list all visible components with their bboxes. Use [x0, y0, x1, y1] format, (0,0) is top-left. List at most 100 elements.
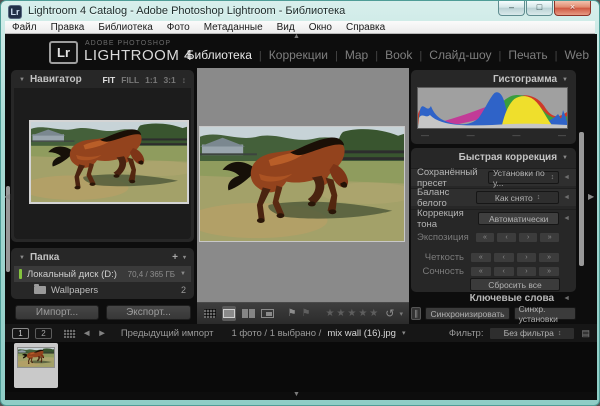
panel-back-icon[interactable]: ◄: [563, 174, 570, 181]
back-arrow-icon[interactable]: ◄: [82, 328, 91, 339]
exposure-plus-button[interactable]: ›: [518, 232, 539, 243]
module-book[interactable]: Book: [385, 48, 412, 62]
module-slideshow[interactable]: Слайд-шоу: [429, 48, 491, 62]
exposure-big-plus-button[interactable]: »: [539, 232, 560, 243]
library-toolbar: ⚑ ⚑ ★★★★★ ↺ ▾: [197, 302, 409, 324]
menu-item-photo[interactable]: Фото: [160, 22, 197, 33]
filter-lock-icon[interactable]: ▤: [581, 328, 590, 339]
navigator-title: Навигатор: [30, 74, 82, 85]
panel-back-icon[interactable]: ◄: [563, 194, 570, 201]
right-panel-collapse-arrow[interactable]: ▶: [588, 192, 594, 201]
module-print[interactable]: Печать: [508, 48, 547, 62]
flag-pick-icon[interactable]: ⚑: [288, 308, 297, 319]
folder-count: 2: [181, 285, 186, 295]
vibrance-plus-button[interactable]: ›: [516, 266, 538, 277]
module-separator: |: [335, 50, 338, 62]
chevron-down-icon: ▼: [19, 255, 25, 261]
auto-tone-button[interactable]: Автоматически: [478, 212, 559, 225]
app-logo-icon: Lr: [8, 5, 22, 19]
main-window-button[interactable]: 1: [12, 328, 29, 339]
module-library[interactable]: Библиотека: [187, 48, 252, 62]
maximize-button[interactable]: □: [526, 1, 553, 16]
grid-view-button[interactable]: [203, 306, 217, 321]
saved-preset-select[interactable]: Установки по у... ↕: [488, 171, 559, 184]
add-folder-button[interactable]: +: [172, 252, 178, 263]
vibrance-minus-button[interactable]: ‹: [493, 266, 515, 277]
folders-header[interactable]: ▼ Папка + ▾: [11, 248, 194, 265]
navigator-preview-image[interactable]: [29, 120, 189, 204]
lens-placeholder: —: [467, 131, 475, 140]
import-button[interactable]: Импорт...: [15, 305, 99, 320]
exposure-big-minus-button[interactable]: «: [475, 232, 496, 243]
grid-view-icon[interactable]: [64, 329, 76, 338]
zoom-1-1[interactable]: 1:1: [145, 75, 157, 85]
right-panel-scrollbar[interactable]: [579, 132, 584, 266]
toolbar-options-chevron-icon[interactable]: ▾: [399, 310, 403, 318]
chevron-down-icon[interactable]: ▼: [180, 271, 186, 277]
main-photo[interactable]: [199, 126, 405, 242]
filmstrip-bar: 1 2 ◄ ► Предыдущий импорт 1 фото / 1 выб…: [5, 324, 597, 342]
module-web[interactable]: Web: [565, 48, 589, 62]
keywords-title: Ключевые слова: [470, 293, 554, 304]
saved-preset-label: Сохранённый пресет: [417, 167, 488, 189]
clarity-big-minus-button[interactable]: «: [470, 252, 492, 263]
maximize-icon: □: [537, 2, 542, 12]
top-panel-collapse-arrow[interactable]: ▲: [293, 34, 300, 40]
survey-view-button[interactable]: [260, 306, 274, 321]
vibrance-big-plus-button[interactable]: »: [538, 266, 560, 277]
menu-item-file[interactable]: Файл: [5, 22, 44, 33]
menu-item-metadata[interactable]: Метаданные: [197, 22, 270, 33]
exposure-minus-button[interactable]: ‹: [496, 232, 517, 243]
compare-view-button[interactable]: [241, 306, 255, 321]
folder-row[interactable]: Wallpapers 2: [14, 282, 191, 298]
keywords-header[interactable]: Ключевые слова ◄: [411, 293, 576, 304]
rotate-icon[interactable]: ↺: [385, 307, 394, 320]
module-map[interactable]: Map: [345, 48, 368, 62]
menu-item-help[interactable]: Справка: [339, 22, 392, 33]
thumbnail-selected[interactable]: [14, 343, 58, 388]
histogram-header[interactable]: Гистограмма ▼: [411, 70, 576, 87]
zoom-fit[interactable]: FIT: [102, 75, 115, 85]
quick-develop-header[interactable]: Быстрая коррекция ▼: [411, 148, 576, 165]
menu-item-view[interactable]: Вид: [270, 22, 302, 33]
zoom-3-1[interactable]: 3:1: [163, 75, 175, 85]
close-button[interactable]: ×: [554, 1, 591, 16]
navigator-header[interactable]: ▼ Навигатор FIT FILL 1:1 3:1 ↕: [11, 70, 194, 87]
reset-all-button[interactable]: Сбросить все: [470, 278, 560, 291]
quick-develop-panel: Быстрая коррекция ▼ Сохранённый пресет У…: [411, 148, 576, 292]
forward-arrow-icon[interactable]: ►: [97, 328, 106, 339]
loupe-view-button[interactable]: [222, 306, 236, 321]
minimize-button[interactable]: –: [498, 1, 525, 16]
histogram-title: Гистограмма: [493, 74, 557, 85]
vibrance-big-minus-button[interactable]: «: [470, 266, 492, 277]
filmstrip-source[interactable]: Предыдущий импорт: [121, 328, 214, 339]
chevron-down-icon[interactable]: ▾: [183, 254, 186, 261]
filmstrip-collapse-arrow[interactable]: ▼: [293, 391, 300, 398]
menu-item-edit[interactable]: Правка: [44, 22, 92, 33]
filmstrip-filename[interactable]: mix wall (16).jpg: [327, 328, 396, 339]
menu-item-library[interactable]: Библиотека: [91, 22, 159, 33]
volume-row[interactable]: Локальный диск (D:) 70,4 / 365 ГБ ▼: [14, 266, 191, 282]
zoom-stepper-icon[interactable]: ↕: [182, 75, 186, 85]
clarity-plus-button[interactable]: ›: [516, 252, 538, 263]
filename-chevron-icon[interactable]: ▾: [402, 329, 406, 337]
second-window-button[interactable]: 2: [35, 328, 52, 339]
zoom-fill[interactable]: FILL: [121, 75, 139, 85]
clarity-steppers: « ‹ › »: [470, 252, 560, 263]
module-develop[interactable]: Коррекции: [269, 48, 328, 62]
sync-settings-button[interactable]: Синхр. установки: [514, 307, 576, 320]
menu-item-window[interactable]: Окно: [302, 22, 339, 33]
white-balance-select[interactable]: Как снято ↕: [476, 191, 559, 204]
sync-button[interactable]: Синхронизировать: [425, 307, 509, 320]
star-rating[interactable]: ★★★★★: [325, 308, 380, 319]
histogram-chart[interactable]: [417, 87, 568, 129]
clarity-minus-button[interactable]: ‹: [493, 252, 515, 263]
panel-back-icon[interactable]: ◄: [563, 215, 570, 222]
vibrance-label: Сочность: [423, 266, 464, 277]
sync-toggle-icon[interactable]: ∥: [411, 307, 421, 320]
flag-reject-icon[interactable]: ⚑: [301, 308, 310, 319]
filter-select[interactable]: Без фильтра ↕: [489, 327, 575, 340]
clarity-big-plus-button[interactable]: »: [538, 252, 560, 263]
left-panel-collapse-arrow[interactable]: ◀: [5, 192, 10, 201]
export-button[interactable]: Экспорт...: [106, 305, 191, 320]
